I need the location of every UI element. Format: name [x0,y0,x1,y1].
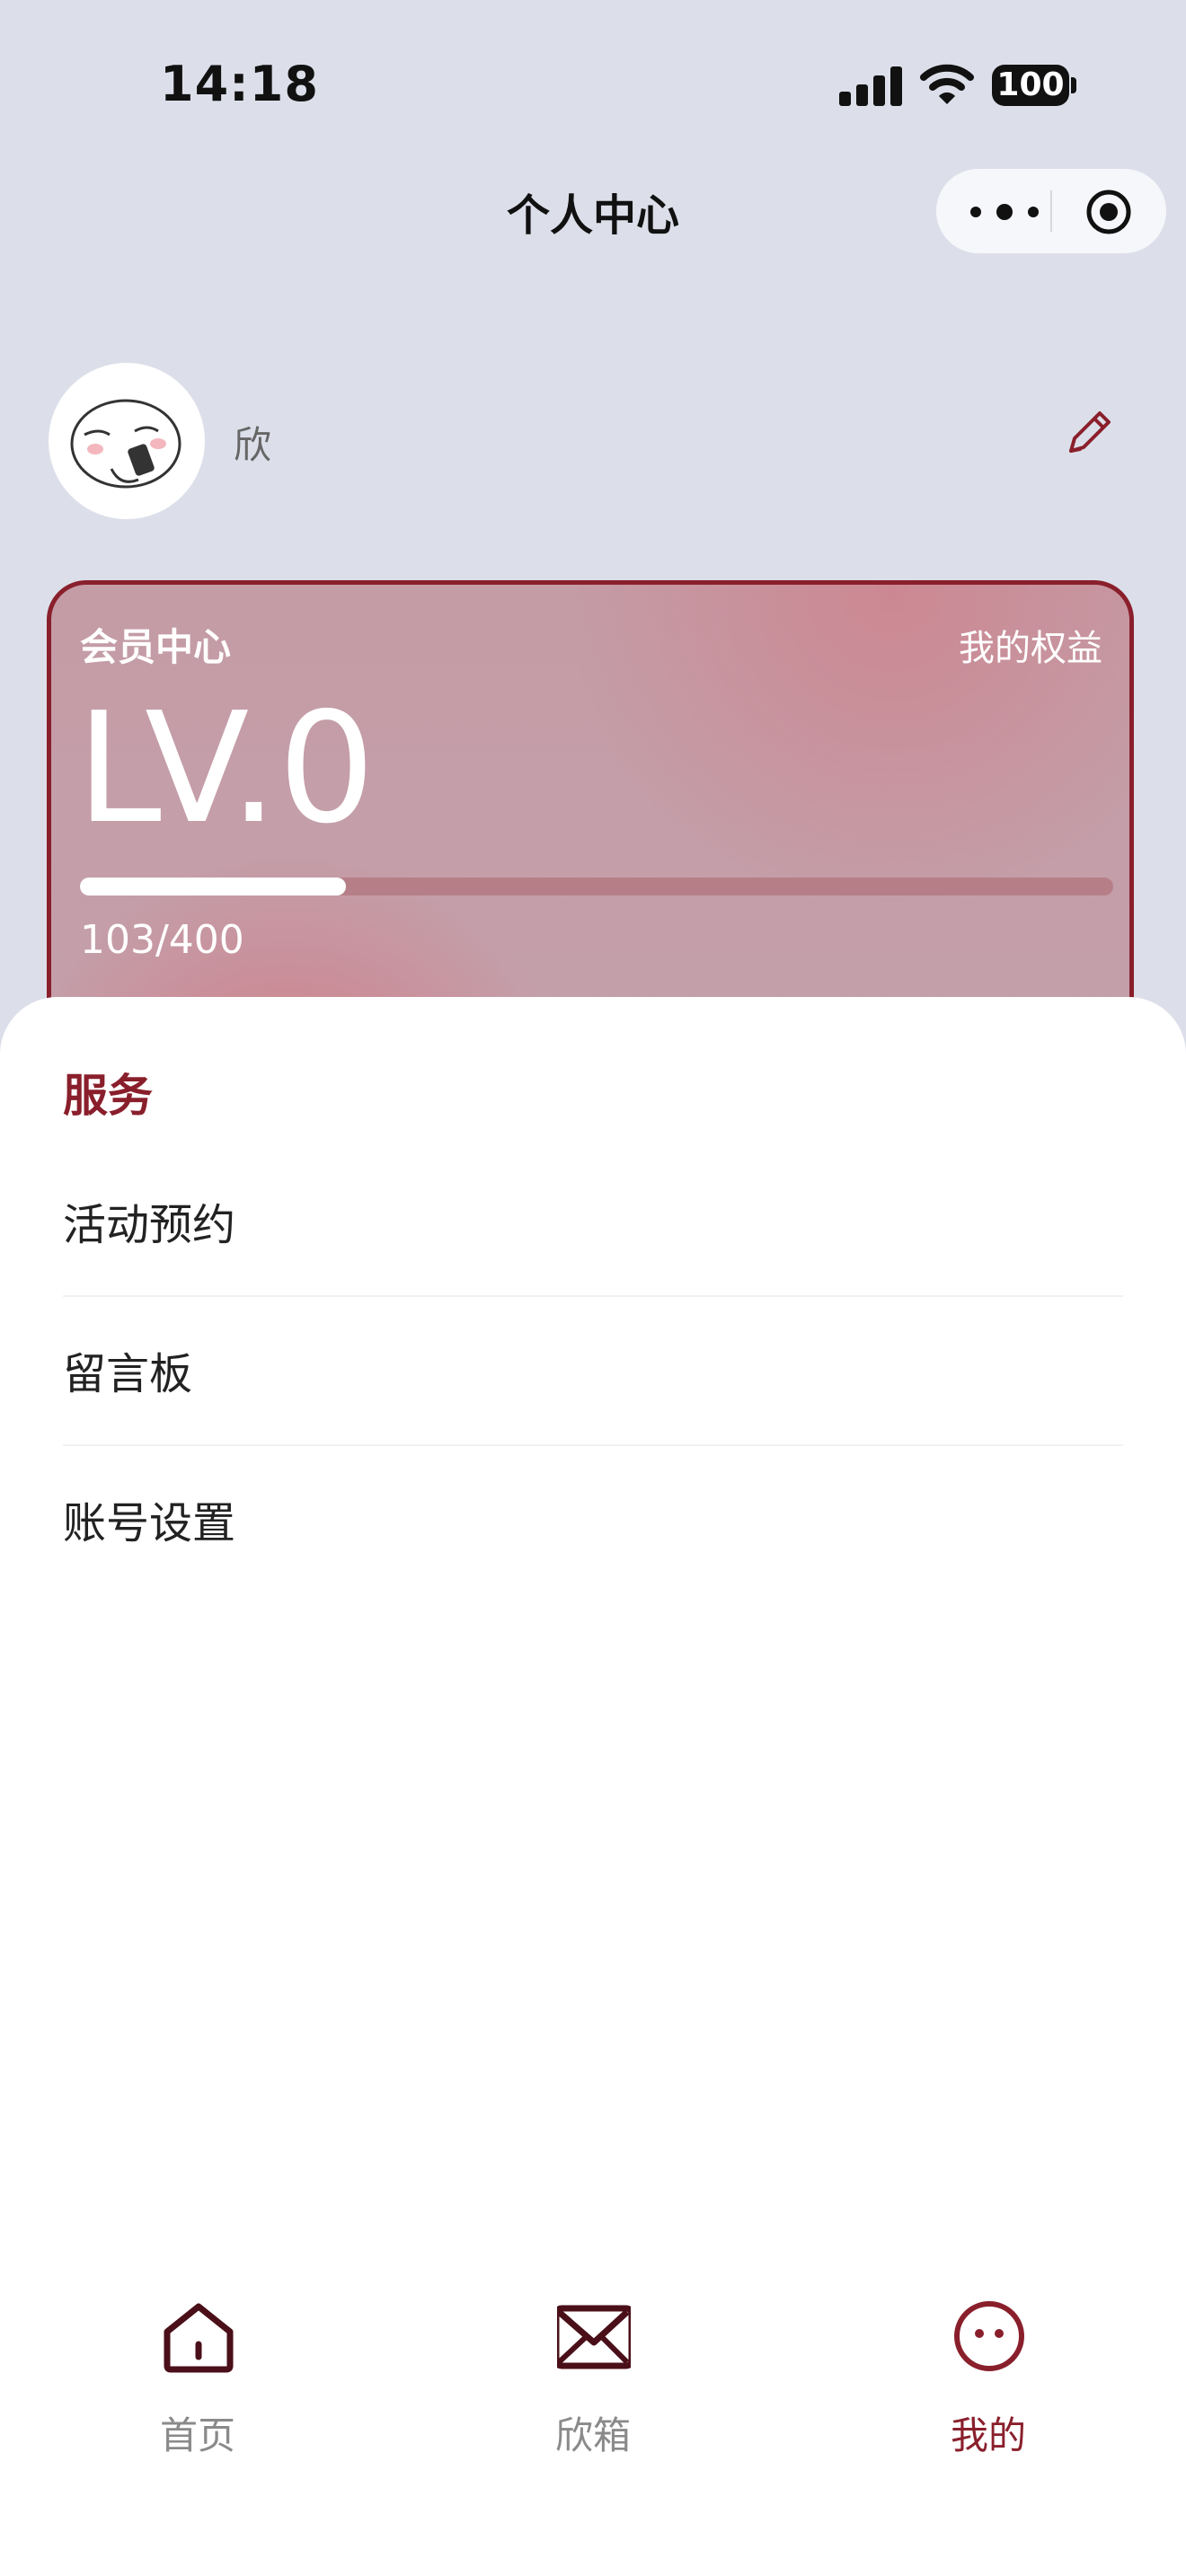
mail-icon [557,2305,631,2369]
username: 欣 [234,423,272,467]
list-item-message-board[interactable]: 留言板 [63,1295,1123,1446]
cellular-signal-icon [839,65,902,106]
home-icon [164,2303,234,2373]
battery-indicator: 100 [992,65,1069,106]
avatar[interactable] [49,363,205,519]
list-item-account-settings[interactable]: 账号设置 [63,1444,1123,1593]
level-progress-text: 103/400 [80,917,244,963]
tab-label: 我的 [950,2413,1026,2457]
tab-label: 首页 [159,2413,235,2457]
smile-face-icon [954,2301,1024,2371]
tab-mailbox[interactable]: 欣箱 [485,2299,701,2461]
tab-home[interactable]: 首页 [90,2299,305,2461]
level-progress-fill [80,878,347,895]
list-item-label: 留言板 [63,1349,193,1399]
capsule-divider [1050,190,1052,232]
list-item-label: 活动预约 [63,1200,236,1250]
my-benefits-link[interactable]: 我的权益 [959,619,1102,671]
target-icon[interactable] [1085,189,1132,235]
list-item-activity-booking[interactable]: 活动预约 [63,1146,1123,1297]
member-card-title: 会员中心 [80,625,232,669]
pencil-icon[interactable] [1060,404,1118,462]
member-level: LV.0 [76,680,376,858]
more-dots-icon[interactable] [961,185,1048,237]
tab-mine[interactable]: 我的 [881,2299,1096,2461]
wifi-icon [920,64,974,104]
status-time: 14:18 [160,56,319,112]
avatar-face-icon [70,399,181,489]
services-section-title: 服务 [63,1070,153,1122]
list-item-label: 账号设置 [63,1498,236,1548]
level-progress-bar [80,878,1113,895]
tab-label: 欣箱 [554,2413,631,2457]
battery-tip [1071,77,1076,93]
